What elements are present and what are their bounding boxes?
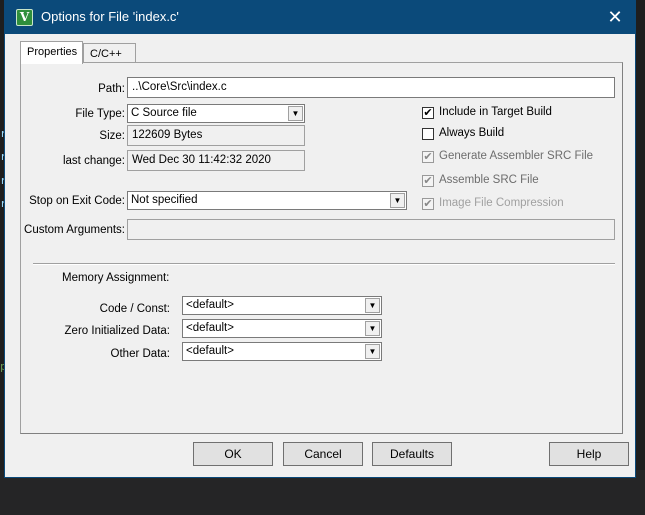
last-change-label: last change: (62, 155, 125, 167)
tab-c-cpp[interactable]: C/C++ (83, 43, 136, 63)
defaults-button[interactable]: Defaults (372, 442, 452, 466)
path-label: Path: (98, 83, 125, 95)
chevron-down-icon[interactable]: ▼ (390, 193, 405, 208)
help-button[interactable]: Help (549, 442, 629, 466)
zero-initialized-data-dropdown[interactable]: <default> ▼ (182, 319, 382, 338)
other-data-value: <default> (186, 345, 234, 357)
chevron-down-icon[interactable]: ▼ (288, 106, 303, 121)
check-mark-icon[interactable]: ✔ (422, 151, 434, 163)
include-in-target-build-label: Include in Target Build (439, 106, 552, 118)
tab-properties[interactable]: Properties (20, 41, 83, 64)
keil-uvision-icon: V (16, 9, 33, 26)
file-type-label: File Type: (75, 108, 125, 120)
title-bar[interactable]: V Options for File 'index.c' ✕ (5, 1, 635, 34)
stop-on-exit-code-dropdown[interactable]: Not specified ▼ (127, 191, 407, 210)
memory-assignment-heading: Memory Assignment: (62, 272, 170, 284)
other-data-dropdown[interactable]: <default> ▼ (182, 342, 382, 361)
custom-arguments-label: Custom Arguments: (24, 224, 125, 236)
size-field: 122609 Bytes (127, 125, 305, 146)
window-title: Options for File 'index.c' (41, 9, 179, 24)
chevron-down-icon[interactable]: ▼ (365, 298, 380, 313)
ok-button[interactable]: OK (193, 442, 273, 466)
stop-on-exit-code-label: Stop on Exit Code: (29, 195, 125, 207)
check-mark-icon[interactable]: ✔ (422, 175, 434, 187)
checkbox-box[interactable] (422, 128, 434, 140)
path-field[interactable]: ..\Core\Src\index.c (127, 77, 615, 98)
zero-initialized-data-label: Zero Initialized Data: (64, 325, 170, 337)
check-mark-icon: ✔ (422, 198, 434, 210)
other-data-label: Other Data: (110, 348, 170, 360)
options-dialog: V Options for File 'index.c' ✕ Propertie… (4, 0, 636, 478)
code-const-value: <default> (186, 299, 234, 311)
cancel-button[interactable]: Cancel (283, 442, 363, 466)
chevron-down-icon[interactable]: ▼ (365, 344, 380, 359)
assemble-src-label: Assemble SRC File (439, 174, 539, 186)
image-file-compression-label: Image File Compression (439, 197, 564, 209)
properties-panel: Path: ..\Core\Src\index.c File Type: C S… (20, 62, 623, 434)
code-const-dropdown[interactable]: <default> ▼ (182, 296, 382, 315)
last-change-field: Wed Dec 30 11:42:32 2020 (127, 150, 305, 171)
check-mark-icon[interactable]: ✔ (422, 107, 434, 119)
close-button[interactable]: ✕ (603, 6, 627, 28)
size-label: Size: (99, 130, 125, 142)
zero-initialized-data-value: <default> (186, 322, 234, 334)
file-type-value: C Source file (131, 107, 197, 119)
separator (33, 263, 615, 265)
file-type-dropdown[interactable]: C Source file ▼ (127, 104, 305, 123)
always-build-label: Always Build (439, 127, 505, 139)
generate-assembler-src-label: Generate Assembler SRC File (439, 150, 594, 162)
code-const-label: Code / Const: (99, 303, 170, 315)
custom-arguments-field[interactable] (127, 219, 615, 240)
stop-on-exit-code-value: Not specified (131, 194, 198, 206)
chevron-down-icon[interactable]: ▼ (365, 321, 380, 336)
